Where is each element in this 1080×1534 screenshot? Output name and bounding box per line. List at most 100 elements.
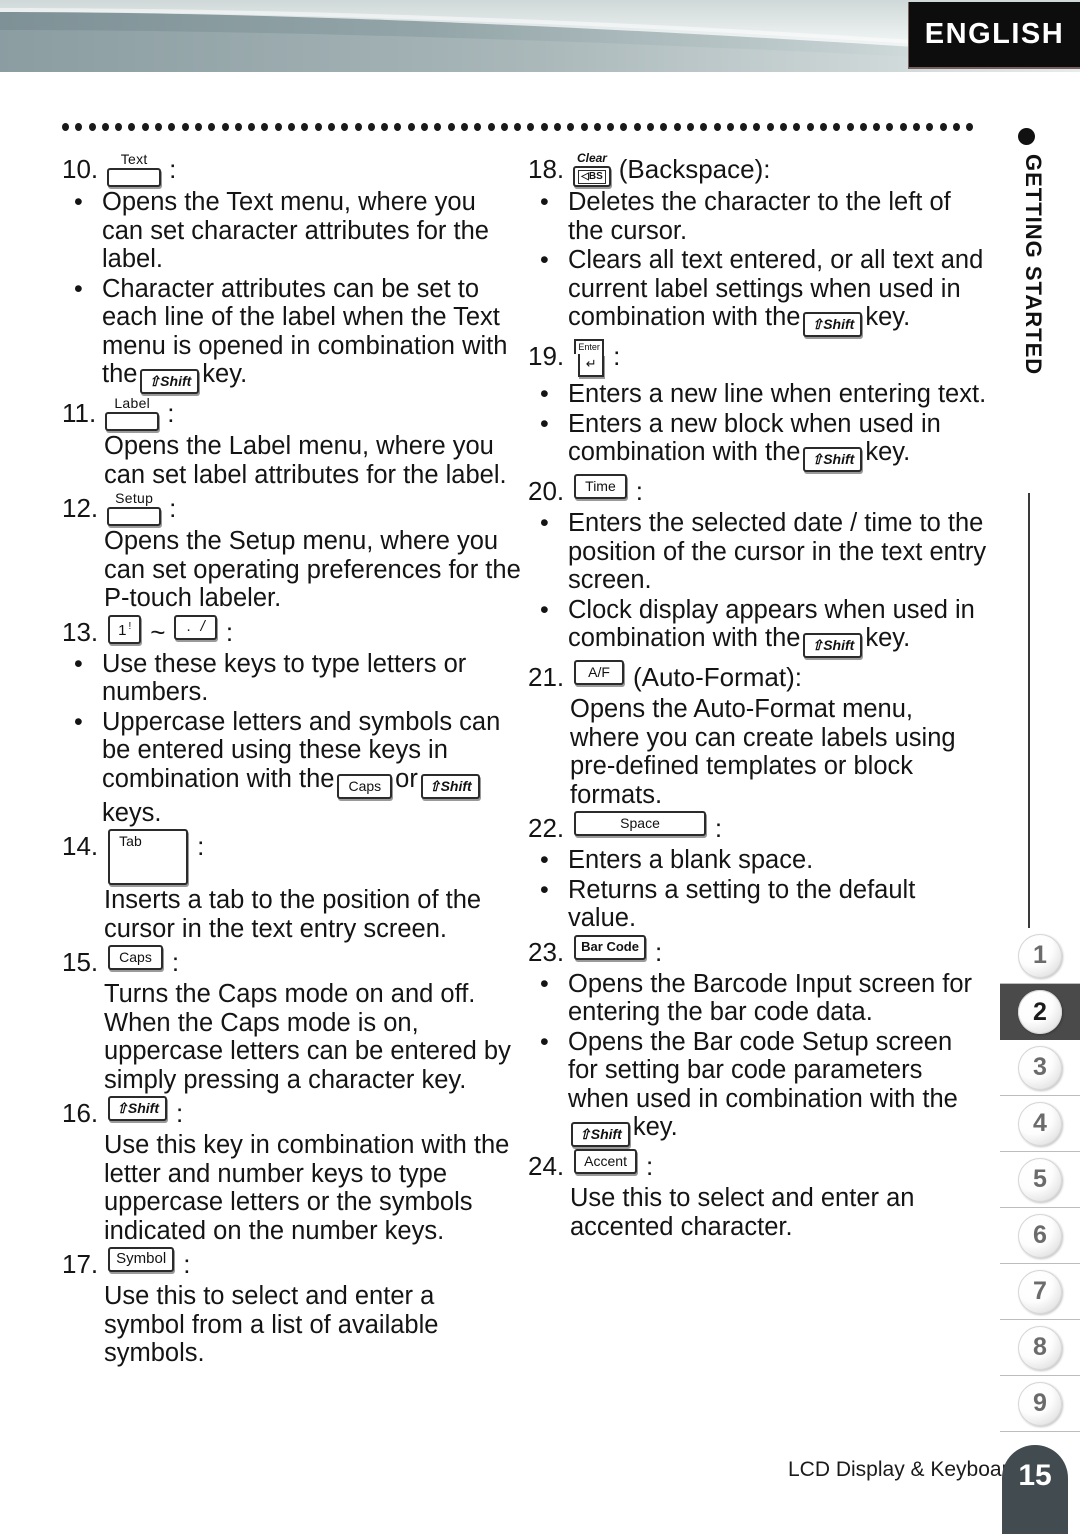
entry-15: 15. Caps : Turns the Caps mode on and of… xyxy=(62,945,522,1094)
shift-key-icon: ⇧Shift xyxy=(571,1122,630,1147)
entry-18-bullet-2-part-a: Clears all text entered, or all text and… xyxy=(568,246,984,331)
entry-13-bullet-1-text: Use these keys to type letters or number… xyxy=(102,649,467,707)
separator-dot xyxy=(354,123,362,131)
chapter-tab-5[interactable]: 5 xyxy=(1000,1152,1080,1208)
separator-dot xyxy=(647,123,655,131)
entry-21-text: Opens the Auto-Format menu, where you ca… xyxy=(570,695,956,809)
entry-13-bullet-2-part-b: keys. xyxy=(102,798,162,827)
separator-dot xyxy=(394,123,402,131)
separator-dot xyxy=(434,123,442,131)
separator-dot xyxy=(952,123,960,131)
chapter-tab-4-label: 4 xyxy=(1018,1101,1062,1146)
entry-16-number: 16. xyxy=(62,1098,99,1128)
entry-12-colon: : xyxy=(169,493,177,523)
separator-dot xyxy=(221,123,229,131)
bullet-icon: • xyxy=(540,409,549,438)
separator-dot xyxy=(873,123,881,131)
shift-key-icon: ⇧Shift xyxy=(140,369,200,394)
accent-key-icon: Accent xyxy=(574,1149,637,1174)
shift-key-icon: ⇧Shift xyxy=(420,773,480,799)
entry-15-number: 15. xyxy=(62,947,99,977)
separator-dot xyxy=(713,123,721,131)
page-number-tab: 15 xyxy=(1002,1445,1068,1534)
label-key-label: Label xyxy=(114,395,151,411)
separator-dot xyxy=(447,123,455,131)
chapter-tab-7[interactable]: 7 xyxy=(1000,1264,1080,1320)
separator-dot xyxy=(75,123,83,131)
separator-dot xyxy=(168,123,176,131)
entry-16-heading: 16. ⇧Shift : xyxy=(62,1096,522,1130)
separator-dot xyxy=(500,123,508,131)
separator-dot xyxy=(926,123,934,131)
shift-key-icon: ⇧Shift xyxy=(803,312,863,337)
separator-dot xyxy=(726,123,734,131)
bullet-icon: • xyxy=(540,969,549,998)
separator-dot xyxy=(88,123,96,131)
left-column: 10. Text : • Opens the Text menu, where … xyxy=(62,152,522,1370)
separator-dot xyxy=(806,123,814,131)
entry-18-number: 18. xyxy=(528,154,565,184)
entry-20-number: 20. xyxy=(528,476,565,506)
entry-23-heading: 23. Bar Code : xyxy=(528,934,988,969)
entry-15-text: Turns the Caps mode on and off. When the… xyxy=(104,980,511,1094)
caps-key-icon: Caps xyxy=(108,945,163,970)
separator-dot xyxy=(593,123,601,131)
chapter-tab-4[interactable]: 4 xyxy=(1000,1096,1080,1152)
auto-format-key-icon: A/F xyxy=(574,660,624,685)
entry-16: 16. ⇧Shift : Use this key in combination… xyxy=(62,1096,522,1245)
clear-key-cap: ◁BS xyxy=(573,166,611,187)
entry-13-bullet-1: • Use these keys to type letters or numb… xyxy=(74,650,522,707)
separator-dot xyxy=(553,123,561,131)
separator-dot xyxy=(740,123,748,131)
entry-13-bullet-2-or: or xyxy=(395,764,418,793)
section-rail: GETTING STARTED 1 2 3 4 5 6 7 8 9 xyxy=(1000,108,1080,1448)
language-badge-label: ENGLISH xyxy=(924,18,1065,50)
entry-20: 20. Time : • Enters the selected date / … xyxy=(528,474,988,658)
entry-10-colon: : xyxy=(169,154,177,184)
entry-12: 12. Setup : Opens the Setup menu, where … xyxy=(62,491,522,613)
setup-key-label: Setup xyxy=(115,490,154,506)
text-key-label: Text xyxy=(120,151,148,167)
chapter-tab-6-label: 6 xyxy=(1018,1213,1062,1258)
separator-dot xyxy=(327,123,335,131)
entry-11: 11. Label : Opens the Label menu, where … xyxy=(62,396,522,489)
entry-18-bullet-2-text: Clears all text entered, or all text and… xyxy=(568,246,988,337)
separator-dot xyxy=(793,123,801,131)
separator-dot xyxy=(487,123,495,131)
chapter-tab-1[interactable]: 1 xyxy=(1000,928,1080,984)
chapter-tab-2[interactable]: 2 xyxy=(1000,984,1080,1040)
entry-11-heading: 11. Label : xyxy=(62,396,522,431)
entry-12-text: Opens the Setup menu, where you can set … xyxy=(104,527,521,612)
separator-dot xyxy=(633,123,641,131)
entry-10-bullet-2: • Character attributes can be set to eac… xyxy=(74,275,522,394)
entry-19-bullet-1: • Enters a new line when entering text. xyxy=(540,380,988,409)
chapter-tab-8[interactable]: 8 xyxy=(1000,1320,1080,1376)
entry-20-bullet-1: • Enters the selected date / time to the… xyxy=(540,509,988,595)
separator-dot xyxy=(686,123,694,131)
dot-slash-key-icon: . / xyxy=(174,614,217,640)
chapter-tab-6[interactable]: 6 xyxy=(1000,1208,1080,1264)
entry-13-heading: 13. 1! ~ . / : xyxy=(62,614,522,649)
separator-dot xyxy=(580,123,588,131)
entry-19-bullet-1-text: Enters a new line when entering text. xyxy=(568,380,987,408)
entry-19-bullet-2-part-b: key. xyxy=(865,438,911,466)
chapter-tab-9[interactable]: 9 xyxy=(1000,1376,1080,1432)
chapter-tab-3[interactable]: 3 xyxy=(1000,1040,1080,1096)
entry-18-bullet-2: • Clears all text entered, or all text a… xyxy=(540,246,988,337)
bullet-icon: • xyxy=(540,875,549,904)
separator-dot xyxy=(62,123,69,131)
entry-14-text: Inserts a tab to the position of the cur… xyxy=(104,886,482,943)
entry-18-heading: 18. Clear ◁BS (Backspace): xyxy=(528,152,988,187)
entry-10-bullet-1-text: Opens the Text menu, where you can set c… xyxy=(102,188,489,273)
setup-key-cap xyxy=(107,507,162,526)
separator-dot xyxy=(101,123,109,131)
separator-dot xyxy=(261,123,269,131)
separator-dot xyxy=(421,123,429,131)
chapter-tab-strip[interactable]: 1 2 3 4 5 6 7 8 9 xyxy=(1000,928,1080,1432)
entry-10: 10. Text : • Opens the Text menu, where … xyxy=(62,152,522,394)
separator-dot xyxy=(407,123,415,131)
number-one-key-label: 1 xyxy=(118,621,127,639)
slash-key-label: / xyxy=(200,617,205,635)
entry-20-bullet-2: • Clock display appears when used in com… xyxy=(540,596,988,658)
entry-22-heading: 22. Space : xyxy=(528,811,988,845)
